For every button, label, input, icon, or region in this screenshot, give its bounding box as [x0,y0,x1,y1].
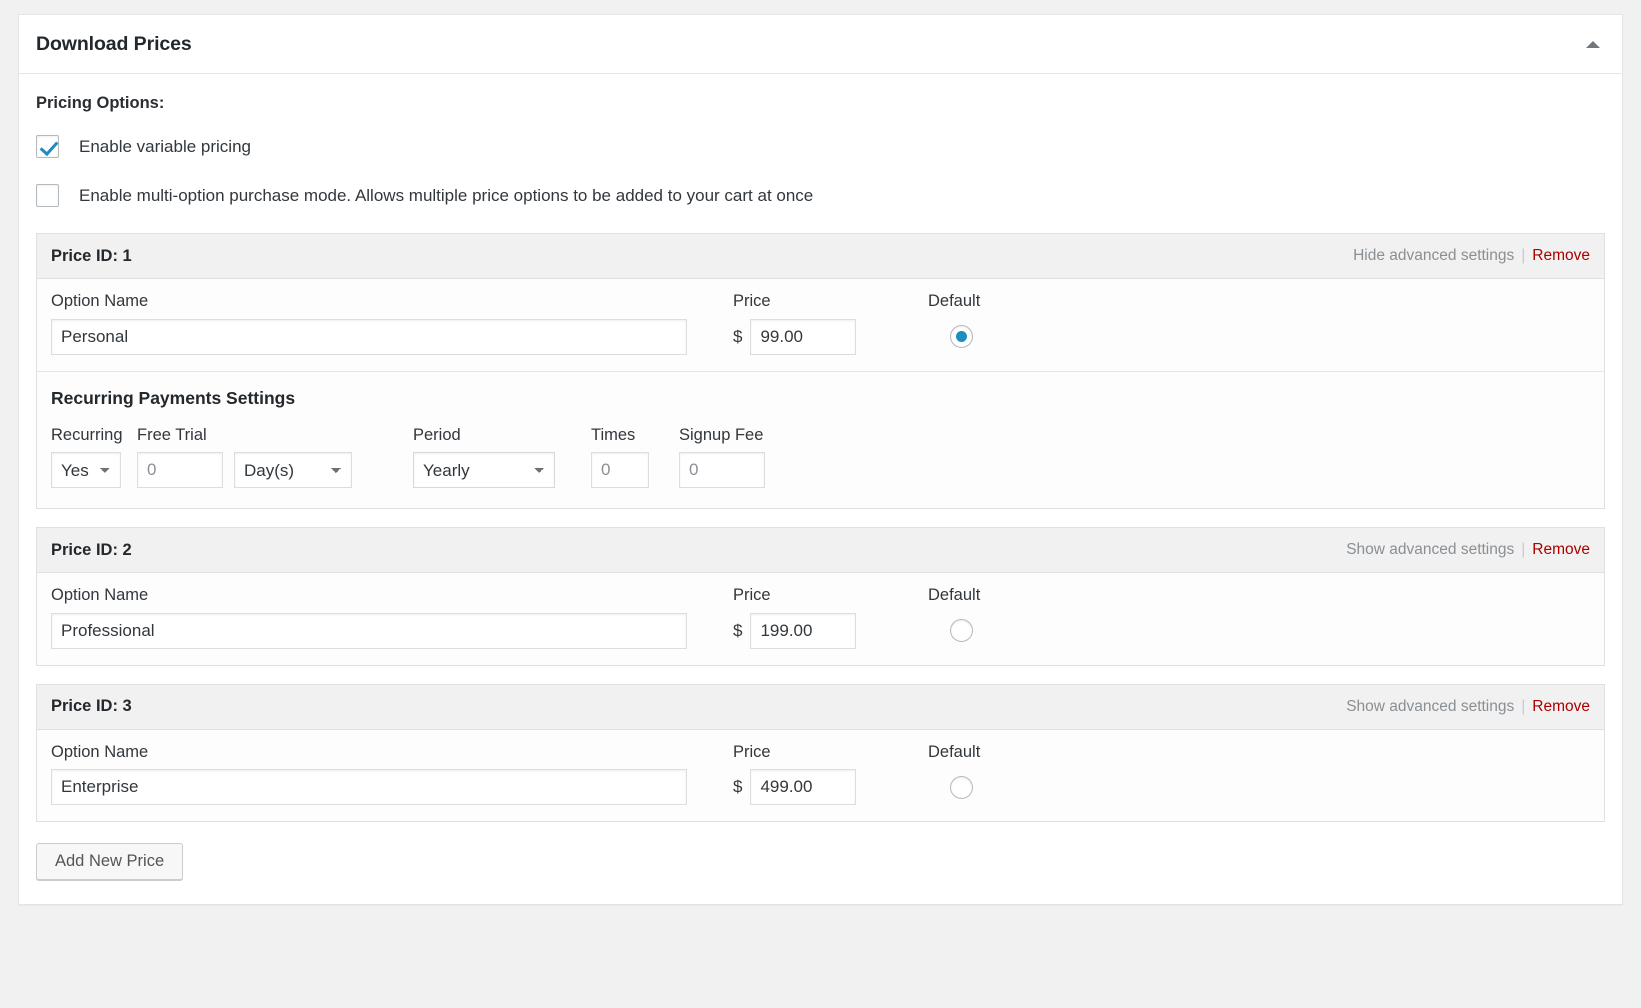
price-row-fields: Option Name Price $ Default [37,730,1604,822]
default-field: Default [928,587,1048,649]
currency-symbol: $ [733,327,742,347]
action-separator: | [1521,541,1525,559]
option-name-field: Option Name [51,587,687,649]
recurring-label: Recurring [51,427,137,444]
free-trial-label: Free Trial [137,427,383,444]
price-input-wrap: $ [733,613,913,649]
price-row-header: Price ID: 3 Show advanced settings | Rem… [37,685,1604,730]
add-price-wrap: Add New Price [36,840,1605,880]
action-separator: | [1521,698,1525,716]
price-row: Price ID: 1 Hide advanced settings | Rem… [36,233,1605,509]
price-row-actions: Show advanced settings | Remove [1346,698,1590,716]
price-row-header: Price ID: 2 Show advanced settings | Rem… [37,528,1604,573]
signup-fee-label: Signup Fee [679,427,799,444]
period-label: Period [413,427,591,444]
toggle-advanced-settings-link[interactable]: Show advanced settings [1346,541,1514,559]
default-radio-wrap [928,613,1048,649]
default-price-radio[interactable] [950,325,973,348]
recurring-fields: Recurring Yes Free Trial Day(s) [51,427,1590,489]
price-row-fields: Option Name Price $ Default [37,279,1604,371]
toggle-advanced-settings-link[interactable]: Hide advanced settings [1353,247,1514,265]
option-name-label: Option Name [51,293,687,310]
recurring-select[interactable]: Yes [51,452,121,488]
enable-variable-pricing-label: Enable variable pricing [79,138,251,155]
download-prices-metabox: Download Prices Pricing Options: Enable … [18,14,1623,905]
price-field: Price $ [733,587,913,649]
default-price-radio[interactable] [950,776,973,799]
page-title: Download Prices [36,33,192,56]
remove-price-link[interactable]: Remove [1532,541,1590,559]
price-id-label: Price ID: 2 [51,541,132,560]
price-input-wrap: $ [733,319,913,355]
price-row: Price ID: 3 Show advanced settings | Rem… [36,684,1605,823]
price-label: Price [733,744,913,761]
default-radio-wrap [928,769,1048,805]
caret-up-icon [1586,41,1600,48]
times-input[interactable] [591,452,649,488]
default-field: Default [928,293,1048,355]
action-separator: | [1521,247,1525,265]
signup-fee-field: Signup Fee [679,427,799,489]
free-trial-field: Free Trial Day(s) [137,427,383,489]
free-trial-quantity-input[interactable] [137,452,223,488]
price-field: Price $ [733,293,913,355]
free-trial-unit-select[interactable]: Day(s) [234,452,352,488]
option-name-label: Option Name [51,587,687,604]
default-label: Default [928,293,1048,310]
price-input[interactable] [750,319,856,355]
enable-multi-option-label: Enable multi-option purchase mode. Allow… [79,187,813,204]
price-row: Price ID: 2 Show advanced settings | Rem… [36,527,1605,666]
price-row-header: Price ID: 1 Hide advanced settings | Rem… [37,234,1604,279]
enable-variable-pricing-row: Enable variable pricing [36,135,1605,158]
period-select[interactable]: Yearly [413,452,555,488]
free-trial-inline: Day(s) [137,452,383,488]
recurring-payments-section: Recurring Payments Settings Recurring Ye… [37,371,1604,509]
option-name-input[interactable] [51,769,687,805]
price-row-fields: Option Name Price $ Default [37,573,1604,665]
option-name-field: Option Name [51,744,687,806]
price-label: Price [733,587,913,604]
pricing-options-heading: Pricing Options: [36,94,1605,113]
price-field: Price $ [733,744,913,806]
price-input[interactable] [750,769,856,805]
option-name-input[interactable] [51,613,687,649]
currency-symbol: $ [733,777,742,797]
option-name-label: Option Name [51,744,687,761]
price-input[interactable] [750,613,856,649]
price-label: Price [733,293,913,310]
price-input-wrap: $ [733,769,913,805]
recurring-section-title: Recurring Payments Settings [51,388,1590,409]
collapse-metabox-button[interactable] [1576,27,1610,61]
period-field: Period Yearly [413,427,591,489]
signup-fee-input[interactable] [679,452,765,488]
add-new-price-button[interactable]: Add New Price [36,843,183,880]
enable-multi-option-row: Enable multi-option purchase mode. Allow… [36,184,1605,207]
metabox-body: Pricing Options: Enable variable pricing… [19,74,1622,904]
price-row-actions: Hide advanced settings | Remove [1353,247,1590,265]
metabox-header: Download Prices [19,15,1622,74]
toggle-advanced-settings-link[interactable]: Show advanced settings [1346,698,1514,716]
default-label: Default [928,587,1048,604]
default-label: Default [928,744,1048,761]
price-id-label: Price ID: 3 [51,697,132,716]
times-field: Times [591,427,679,489]
default-field: Default [928,744,1048,806]
default-price-radio[interactable] [950,619,973,642]
times-label: Times [591,427,679,444]
enable-variable-pricing-checkbox[interactable] [36,135,59,158]
remove-price-link[interactable]: Remove [1532,698,1590,716]
default-radio-wrap [928,319,1048,355]
option-name-input[interactable] [51,319,687,355]
price-id-label: Price ID: 1 [51,247,132,266]
enable-multi-option-checkbox[interactable] [36,184,59,207]
recurring-field: Recurring Yes [51,427,137,489]
price-row-actions: Show advanced settings | Remove [1346,541,1590,559]
option-name-field: Option Name [51,293,687,355]
remove-price-link[interactable]: Remove [1532,247,1590,265]
currency-symbol: $ [733,621,742,641]
